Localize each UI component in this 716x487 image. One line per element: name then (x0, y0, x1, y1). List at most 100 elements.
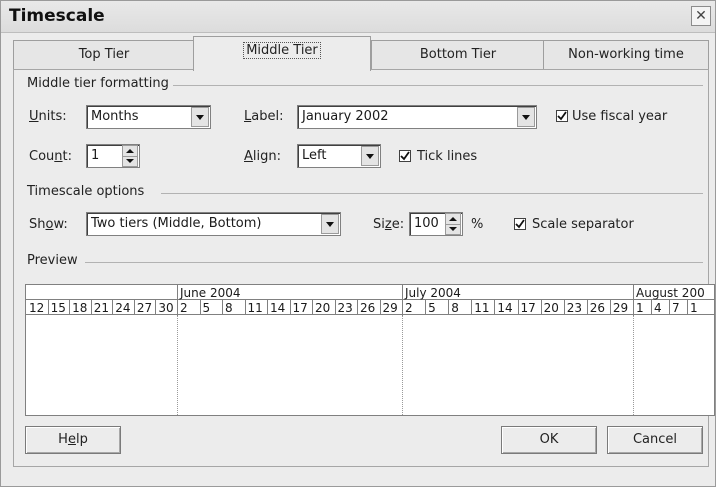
tab-top-tier[interactable]: Top Tier (13, 40, 195, 70)
size-value: 100 (414, 216, 439, 231)
day-label: 5 (428, 301, 436, 315)
day-label: 2 (405, 301, 413, 315)
close-icon[interactable]: ✕ (691, 6, 711, 26)
day-label: 29 (382, 301, 398, 315)
timescale-dialog: Timescale ✕ Top Tier Middle Tier Bottom … (0, 0, 716, 487)
show-value: Two tiers (Middle, Bottom) (91, 216, 262, 231)
day-separator (155, 300, 157, 315)
tick-lines-label: Tick lines (417, 149, 478, 164)
scale-separator-checkbox[interactable] (514, 218, 526, 230)
units-dropdown[interactable]: Months (86, 105, 211, 129)
label-value: January 2002 (302, 109, 389, 124)
day-separator (112, 300, 114, 315)
day-separator (69, 300, 71, 315)
day-separator (379, 300, 381, 315)
show-dropdown[interactable]: Two tiers (Middle, Bottom) (86, 212, 341, 236)
day-separator (494, 300, 496, 315)
chevron-down-icon[interactable] (191, 107, 209, 127)
day-label: 21 (93, 301, 109, 315)
day-label: 1 (636, 301, 644, 315)
day-label: 18 (72, 301, 88, 315)
day-separator (244, 300, 246, 315)
tick-line (633, 316, 634, 415)
month-separator (402, 285, 403, 316)
day-label: 26 (360, 301, 376, 315)
day-label: 27 (136, 301, 153, 315)
preview-middle-tier: June 2004 July 2004 August 200 (26, 285, 714, 300)
units-value: Months (91, 109, 139, 124)
day-label: 2 (180, 301, 188, 315)
tab-strip: Top Tier Middle Tier Bottom Tier Non-wor… (13, 36, 709, 71)
day-label: 15 (50, 301, 66, 315)
group-title-formatting: Middle tier formatting (27, 76, 169, 91)
day-separator (651, 300, 652, 315)
day-label: 30 (158, 301, 174, 315)
group-title-options: Timescale options (27, 184, 145, 199)
tab-middle-tier[interactable]: Middle Tier (193, 36, 371, 71)
align-label: Align: (244, 149, 282, 164)
help-button[interactable]: Help (25, 426, 121, 454)
show-label: Show: (29, 217, 68, 232)
day-label: 1 (690, 301, 698, 315)
day-separator (425, 300, 427, 315)
spin-arrows-icon[interactable] (445, 213, 461, 235)
group-divider (85, 262, 703, 263)
ok-button[interactable]: OK (501, 426, 597, 454)
preview-bottom-tier: 12 15 18 21 24 27 30 2 5 8 11 14 17 20 23 26 29 2 5 8 11 14 17… (26, 300, 714, 315)
label-dropdown[interactable]: January 2002 (297, 105, 537, 129)
size-label: Size: (373, 217, 405, 232)
month-label: August 200 (636, 286, 705, 300)
month-label: July 2004 (405, 286, 461, 300)
day-separator (289, 300, 291, 315)
day-separator (90, 300, 92, 315)
day-separator (312, 300, 313, 315)
day-label: 26 (589, 301, 606, 315)
title-bar: Timescale ✕ (1, 1, 715, 33)
day-separator (563, 300, 565, 315)
count-label: Count: (29, 149, 73, 164)
tab-label: Bottom Tier (419, 47, 497, 62)
group-title-preview: Preview (27, 253, 78, 268)
day-separator (687, 300, 688, 315)
day-separator (609, 300, 611, 315)
chevron-down-icon[interactable] (361, 146, 379, 166)
day-label: 17 (520, 301, 536, 315)
tick-line (177, 316, 178, 415)
tab-bottom-tier[interactable]: Bottom Tier (371, 40, 545, 70)
tick-line (402, 316, 403, 415)
label-label: Label: (244, 109, 284, 124)
day-separator (334, 300, 336, 315)
day-label: 17 (292, 301, 308, 315)
day-separator (586, 300, 588, 315)
day-separator (133, 300, 135, 315)
checkmark-icon (557, 111, 567, 121)
tick-lines-checkbox[interactable] (399, 150, 411, 162)
day-separator (448, 300, 450, 315)
day-separator (517, 300, 519, 315)
timescale-preview: June 2004 July 2004 August 200 12 15 18 21 2… (25, 284, 715, 416)
day-label: 23 (566, 301, 582, 315)
tab-label: Non-working time (568, 47, 684, 62)
day-separator (540, 300, 542, 315)
day-label: 8 (225, 301, 233, 315)
use-fiscal-year-checkbox[interactable] (556, 110, 568, 122)
units-label: Units: (29, 109, 67, 124)
day-label: 5 (202, 301, 211, 315)
day-label: 20 (315, 301, 331, 315)
window-title: Timescale (9, 6, 105, 26)
align-dropdown[interactable]: Left (297, 144, 381, 168)
scale-separator-label: Scale separator (532, 217, 634, 232)
chevron-down-icon[interactable] (321, 214, 339, 234)
day-label: 7 (672, 301, 680, 315)
chevron-down-icon[interactable] (517, 107, 535, 127)
day-label: 8 (451, 301, 459, 315)
month-separator (177, 285, 178, 316)
spin-arrows-icon[interactable] (122, 145, 138, 167)
tab-label: Middle Tier (243, 42, 321, 59)
day-separator (471, 300, 473, 315)
day-label: 11 (247, 301, 263, 315)
day-label: 14 (270, 301, 286, 315)
cancel-button[interactable]: Cancel (607, 426, 703, 454)
day-label: 14 (497, 301, 513, 315)
tab-non-working-time[interactable]: Non-working time (543, 40, 709, 70)
